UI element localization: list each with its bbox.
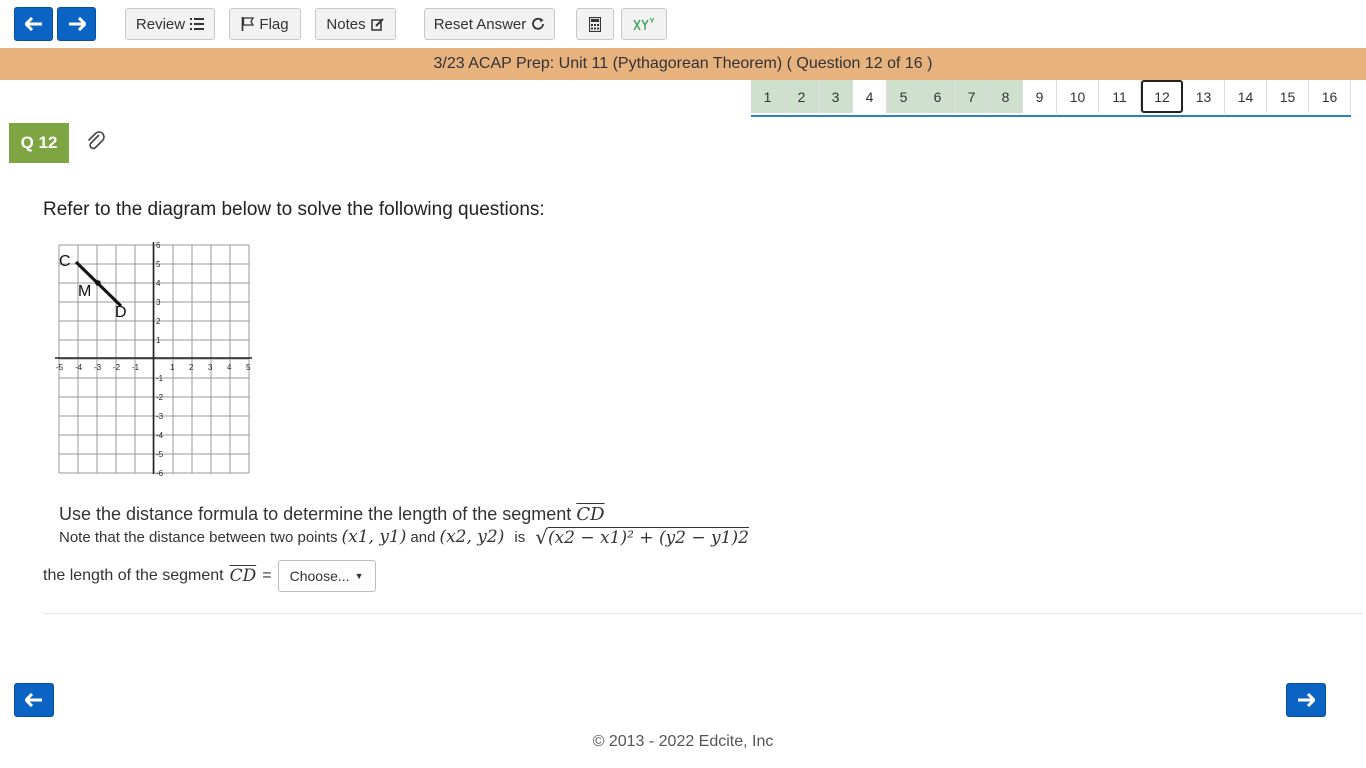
question-number-badge: Q 12 <box>9 123 69 163</box>
equation-editor-button[interactable] <box>621 8 667 40</box>
copyright-footer: © 2013 - 2022 Edcite, Inc <box>592 733 774 750</box>
question-nav-item[interactable]: 14 <box>1225 80 1267 113</box>
distance-formula: √ (x2 − x1)² + (y2 − y1)2 <box>535 525 749 549</box>
y-tick-label: 5 <box>156 260 161 269</box>
exponent-icon <box>633 17 655 31</box>
midpoint-m-dot <box>95 280 101 286</box>
y-tick-label: -5 <box>156 450 164 459</box>
question-nav-item[interactable]: 5 <box>887 80 921 113</box>
reset-answer-button[interactable]: Reset Answer <box>424 8 555 40</box>
y-tick-label: -3 <box>156 412 164 421</box>
previous-question-button[interactable] <box>14 683 54 717</box>
point-d-label: D <box>115 304 127 321</box>
equals-sign: = <box>262 567 272 584</box>
review-label: Review <box>135 15 186 33</box>
arrow-right-icon <box>68 17 86 31</box>
x-tick-label: 4 <box>227 363 232 372</box>
sqrt-icon: √ <box>535 525 548 549</box>
reset-label: Reset Answer <box>433 15 527 33</box>
question-nav-item[interactable]: 13 <box>1183 80 1225 113</box>
next-question-button[interactable] <box>1286 683 1326 717</box>
edit-icon <box>370 18 384 31</box>
x-tick-label: -4 <box>75 363 83 372</box>
y-tick-label: 4 <box>156 279 161 288</box>
flag-button[interactable]: Flag <box>229 8 301 40</box>
answer-row: the length of the segment CD = Choose...… <box>43 560 376 592</box>
note-prefix: Note that the distance between two point… <box>59 528 338 546</box>
y-tick-label: -1 <box>156 374 164 383</box>
question-nav-item[interactable]: 12 <box>1141 80 1183 113</box>
answer-label: the length of the segment <box>43 567 224 584</box>
coordinate-grid-diagram: -5 -4 -3 -2 -1 1 2 3 4 5 6 5 4 3 2 1 -1 -2 -3 -4 -5 -6 C M D <box>55 241 252 478</box>
calculator-icon <box>589 16 601 32</box>
x-tick-label: -2 <box>113 363 121 372</box>
instruction-line: Use the distance formula to determine th… <box>59 504 605 525</box>
question-nav-item[interactable]: 16 <box>1309 80 1351 113</box>
question-nav-item[interactable]: 6 <box>921 80 955 113</box>
question-nav-item[interactable]: 7 <box>955 80 989 113</box>
assignment-title: 3/23 ACAP Prep: Unit 11 (Pythagorean The… <box>433 55 933 72</box>
calculator-button[interactable] <box>576 8 614 40</box>
x-tick-label: 2 <box>189 363 194 372</box>
question-nav-item[interactable]: 4 <box>853 80 887 113</box>
distance-formula-note: Note that the distance between two point… <box>59 525 749 549</box>
dropdown-value: Choose... <box>289 568 350 584</box>
y-tick-label: -4 <box>156 431 164 440</box>
question-navigator: 1 2 3 4 5 6 7 8 9 10 11 12 13 14 15 16 <box>751 80 1351 117</box>
x-tick-label: -3 <box>94 363 102 372</box>
question-number: Q 12 <box>20 133 58 152</box>
arrow-left-icon <box>25 693 42 707</box>
assignment-title-bar: 3/23 ACAP Prep: Unit 11 (Pythagorean The… <box>0 48 1366 80</box>
formula-text: (x2 − x1)² + (y2 − y1)2 <box>547 526 749 548</box>
y-tick-label: -6 <box>156 469 164 478</box>
point-c-label: C <box>59 253 71 270</box>
content-divider <box>43 613 1363 614</box>
x-tick-label: 5 <box>246 363 251 372</box>
flag-label: Flag <box>259 15 289 33</box>
y-tick-label: 2 <box>156 317 161 326</box>
caret-down-icon: ▼ <box>354 571 364 581</box>
answer-segment-label: CD <box>229 566 257 586</box>
and-word: and <box>410 528 436 546</box>
instruction-text: Use the distance formula to determine th… <box>59 504 572 524</box>
question-prompt: Refer to the diagram below to solve the … <box>43 199 545 220</box>
segment-cd-label: CD <box>576 504 605 525</box>
x-tick-label: -1 <box>132 363 140 372</box>
forward-button[interactable] <box>57 7 96 41</box>
question-nav-item[interactable]: 2 <box>785 80 819 113</box>
x-tick-label: -5 <box>56 363 64 372</box>
y-tick-label: 3 <box>156 298 161 307</box>
question-nav-item[interactable]: 11 <box>1099 80 1141 113</box>
review-button[interactable]: Review <box>125 8 215 40</box>
y-tick-label: 1 <box>156 336 161 345</box>
question-nav-item[interactable]: 8 <box>989 80 1023 113</box>
question-nav-item[interactable]: 9 <box>1023 80 1057 113</box>
question-nav-item[interactable]: 10 <box>1057 80 1099 113</box>
refresh-icon <box>532 17 545 30</box>
arrow-left-icon <box>24 17 42 31</box>
question-nav-item[interactable]: 15 <box>1267 80 1309 113</box>
notes-button[interactable]: Notes <box>315 8 396 40</box>
point1-math: (x1, y1) <box>341 527 407 547</box>
answer-dropdown[interactable]: Choose... ▼ <box>277 560 376 592</box>
y-tick-label: 6 <box>156 241 161 250</box>
question-nav-item[interactable]: 3 <box>819 80 853 113</box>
back-button[interactable] <box>14 7 53 41</box>
point-m-label: M <box>78 283 91 300</box>
question-nav-item[interactable]: 1 <box>751 80 785 113</box>
y-tick-label: -2 <box>156 393 164 402</box>
point2-math: (x2, y2) <box>439 527 505 547</box>
x-tick-label: 1 <box>170 363 175 372</box>
list-icon <box>190 18 205 30</box>
x-tick-label: 3 <box>208 363 213 372</box>
is-word: is <box>514 528 526 546</box>
flag-icon <box>242 17 255 31</box>
arrow-right-icon <box>1298 693 1315 707</box>
paperclip-icon[interactable] <box>86 130 106 152</box>
notes-label: Notes <box>326 15 366 33</box>
